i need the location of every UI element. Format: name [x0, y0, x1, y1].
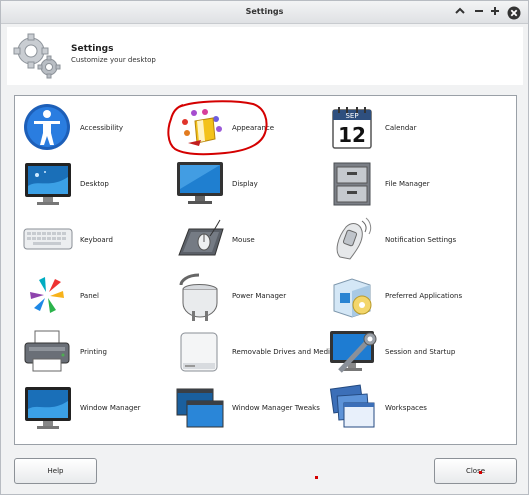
title-bar[interactable]: Settings — [1, 1, 528, 24]
display-icon — [177, 162, 223, 204]
item-label: Removable Drives and Media — [232, 348, 335, 356]
help-button-label: Help — [47, 467, 64, 475]
item-label: Printing — [80, 348, 107, 356]
item-display[interactable]: Display — [175, 159, 325, 211]
item-keyboard[interactable]: Keyboard — [23, 215, 173, 267]
plus-icon — [491, 7, 499, 15]
removable-drive-icon — [180, 332, 218, 372]
window-manager-icon — [25, 387, 71, 429]
item-label: Display — [232, 180, 258, 188]
header-banner: Settings Customize your desktop — [7, 27, 523, 85]
item-window-manager[interactable]: Window Manager — [23, 383, 173, 435]
session-startup-icon — [330, 331, 377, 373]
item-panel[interactable]: Panel — [23, 271, 173, 323]
workspaces-icon — [329, 384, 375, 428]
header-subtitle: Customize your desktop — [71, 56, 156, 64]
item-label: Mouse — [232, 236, 255, 244]
calendar-icon: SEP 12 — [332, 107, 372, 149]
item-label: Notification Settings — [385, 236, 457, 244]
settings-window: Settings Settings Customize your desktop… — [0, 0, 529, 495]
mouse-icon — [178, 219, 224, 256]
window-tweaks-icon — [176, 388, 224, 428]
item-power-manager[interactable]: Power Manager — [175, 271, 325, 323]
item-label: Panel — [80, 292, 99, 300]
item-label: Window Manager Tweaks — [232, 404, 320, 412]
close-icon — [507, 6, 521, 20]
item-accessibility[interactable]: Accessibility — [23, 103, 173, 155]
item-label: Session and Startup — [385, 348, 456, 356]
minus-icon — [475, 10, 483, 12]
annotation-dot — [315, 476, 318, 479]
item-window-manager-tweaks[interactable]: Window Manager Tweaks — [175, 383, 325, 435]
keyboard-icon — [23, 228, 73, 250]
item-removable-drives[interactable]: Removable Drives and Media — [175, 327, 334, 379]
printer-icon — [24, 330, 70, 372]
item-label: Desktop — [80, 180, 109, 188]
file-manager-icon — [333, 162, 371, 206]
window-title: Settings — [245, 7, 284, 16]
item-label: Power Manager — [232, 292, 287, 300]
settings-gears-icon — [13, 33, 61, 79]
item-calendar[interactable]: SEP 12 Calendar — [328, 103, 478, 155]
item-label: Calendar — [385, 124, 417, 132]
item-label: Workspaces — [385, 404, 427, 412]
item-file-manager[interactable]: File Manager — [328, 159, 478, 211]
notification-icon — [336, 217, 372, 260]
chevron-up-icon — [455, 7, 465, 14]
preferred-apps-icon — [333, 278, 372, 318]
item-label: Keyboard — [80, 236, 113, 244]
calendar-day: 12 — [338, 123, 366, 147]
item-session-startup[interactable]: Session and Startup — [328, 327, 478, 379]
close-button[interactable]: Close — [434, 458, 517, 484]
header-title: Settings — [71, 44, 114, 54]
annotation-dot — [479, 471, 482, 474]
item-mouse[interactable]: Mouse — [175, 215, 325, 267]
item-printing[interactable]: Printing — [23, 327, 173, 379]
panel-icon — [30, 277, 64, 313]
item-desktop[interactable]: Desktop — [23, 159, 173, 211]
maximize-button[interactable] — [487, 4, 503, 20]
item-label: File Manager — [385, 180, 430, 188]
help-button[interactable]: Help — [14, 458, 97, 484]
close-button-label: Close — [465, 467, 486, 475]
close-window-button[interactable] — [506, 4, 522, 20]
settings-grid: Accessibility Appearance SEP 12 Calendar — [14, 95, 517, 445]
item-notification-settings[interactable]: Notification Settings — [328, 215, 478, 267]
item-preferred-applications[interactable]: Preferred Applications — [328, 271, 478, 323]
calendar-month: SEP — [345, 112, 358, 120]
item-workspaces[interactable]: Workspaces — [328, 383, 478, 435]
item-label: Preferred Applications — [385, 292, 463, 300]
item-label: Window Manager — [80, 404, 141, 412]
accessibility-icon — [24, 104, 70, 150]
desktop-icon — [25, 163, 71, 205]
annotation-circle — [167, 100, 268, 156]
power-plug-icon — [179, 273, 218, 321]
restore-button[interactable] — [471, 4, 487, 20]
minimize-button[interactable] — [452, 4, 468, 20]
item-label: Accessibility — [80, 124, 124, 132]
